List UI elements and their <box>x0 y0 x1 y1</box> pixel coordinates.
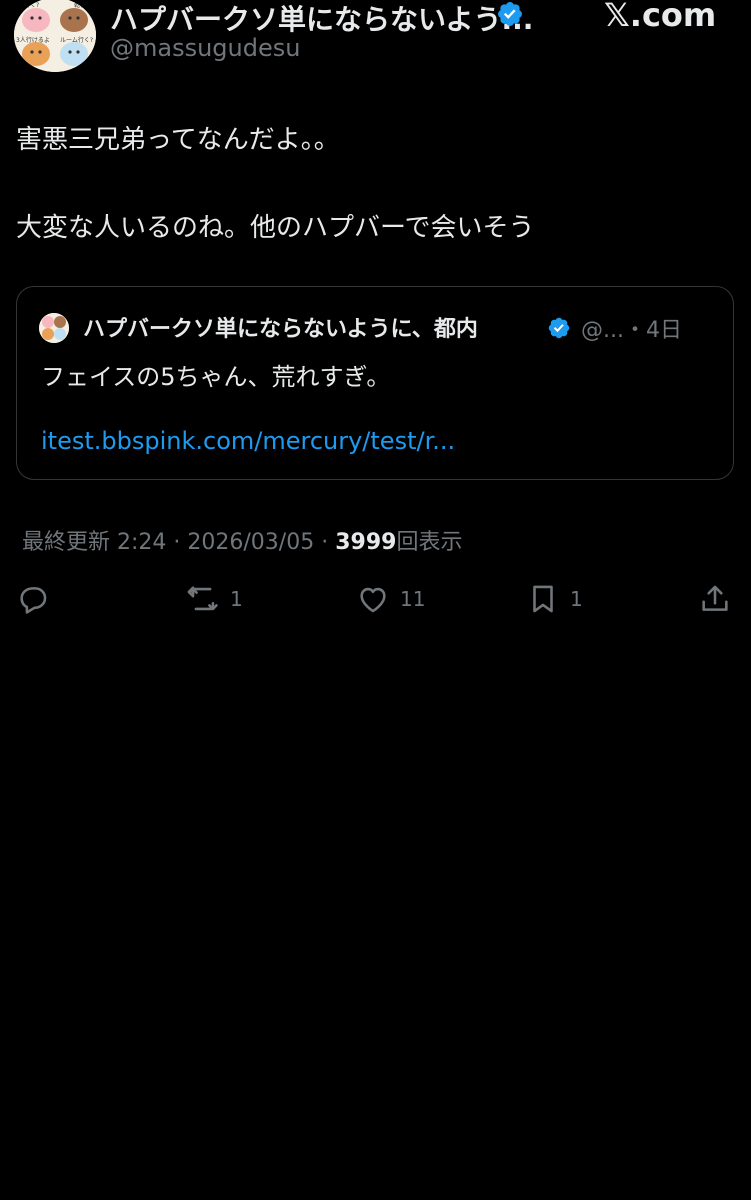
avatar-label: 乾杯 <box>74 1 86 9</box>
share-button[interactable] <box>698 582 732 616</box>
quoted-author-avatar[interactable] <box>39 313 69 343</box>
quoted-handle-and-time: @...・4日 <box>581 318 682 343</box>
tweet-meta: 最終更新 2:24 · 2026/03/05 · 3999回表示 <box>22 524 462 556</box>
view-count-label: 回表示 <box>396 530 463 555</box>
quoted-tweet-card[interactable]: ハプバークソ単にならないように、都内 @...・4日 フェイスの5ちゃん、荒れす… <box>16 286 734 480</box>
avatar-illustration <box>39 313 69 343</box>
retweet-button[interactable]: 1 <box>186 582 243 616</box>
quoted-author-display-name[interactable]: ハプバークソ単にならないように、都内 <box>83 311 478 343</box>
x-brand-logo: 𝕏.com <box>604 0 717 34</box>
avatar-label: 初行く? <box>18 1 39 9</box>
avatar-illustration: 初行く? 乾杯 3人行けるよ ルーム行く? <box>14 0 96 72</box>
quoted-tweet-text: フェイスの5ちゃん、荒れすぎ。 <box>41 363 391 391</box>
tweet-line: 大変な人いるのね。他のハプバーで会いそう <box>16 213 535 243</box>
meta-separator: · <box>173 530 181 555</box>
share-icon <box>702 585 728 611</box>
avatar-label: 3人行けるよ <box>16 36 50 44</box>
view-count[interactable]: 3999 <box>335 530 396 555</box>
bookmark-button[interactable]: 1 <box>526 582 583 616</box>
last-updated-time[interactable]: 最終更新 2:24 <box>22 530 166 555</box>
tweet-date[interactable]: 2026/03/05 <box>187 530 314 555</box>
tweet-line: 害悪三兄弟ってなんだよ。。 <box>16 125 340 155</box>
verified-badge-icon[interactable] <box>496 0 524 28</box>
tweet-text: 害悪三兄弟ってなんだよ。。 大変な人いるのね。他のハプバーで会いそう <box>16 118 736 250</box>
retweet-count: 1 <box>230 587 243 611</box>
retweet-icon <box>187 586 218 611</box>
avatar-label: ルーム行く? <box>60 36 93 44</box>
bookmark-count: 1 <box>570 587 583 611</box>
quoted-tweet-link[interactable]: itest.bbspink.com/mercury/test/r... <box>41 427 455 455</box>
reply-icon <box>20 587 47 614</box>
like-count: 11 <box>400 587 426 611</box>
meta-separator: · <box>321 530 329 555</box>
heart-icon <box>360 587 386 613</box>
reply-button[interactable] <box>16 582 60 616</box>
verified-badge-icon <box>548 317 570 339</box>
author-avatar[interactable]: 初行く? 乾杯 3人行けるよ ルーム行く? <box>14 0 96 72</box>
like-button[interactable]: 11 <box>356 582 425 616</box>
author-handle[interactable]: @massugudesu <box>110 34 300 62</box>
author-display-name[interactable]: ハプバークソ単にならないよう... <box>110 0 533 38</box>
bookmark-icon <box>533 585 553 613</box>
tweet-page: 初行く? 乾杯 3人行けるよ ルーム行く? ハプバークソ単にならないよう... … <box>0 0 751 1200</box>
